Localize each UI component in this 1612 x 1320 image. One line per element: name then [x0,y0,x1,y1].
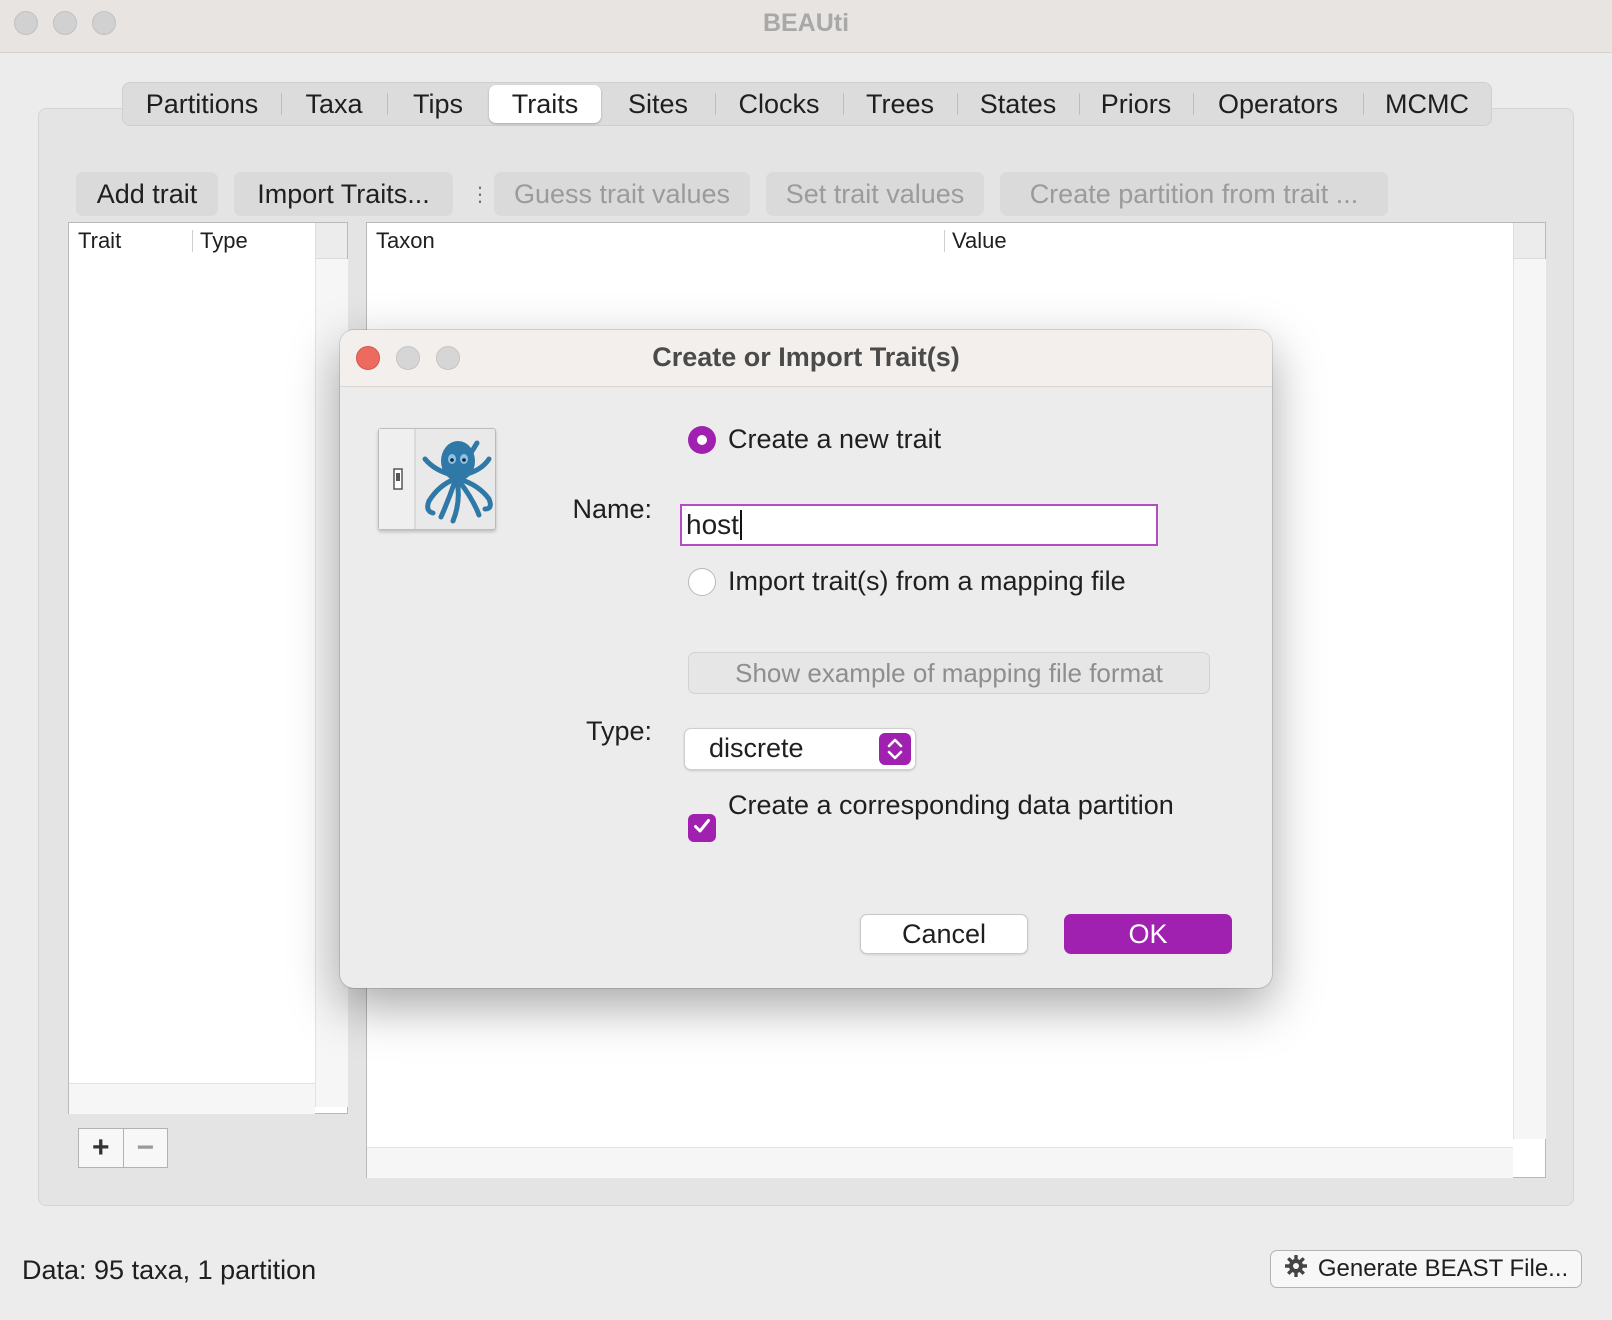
text-caret [739,510,742,540]
trait-name-input[interactable]: host [680,504,1158,546]
dialog-title: Create or Import Trait(s) [652,342,960,372]
tab-bar: Partitions Taxa Tips Traits Sites Clocks… [122,82,1492,126]
tab-sites[interactable]: Sites [601,83,715,125]
values-table-hscroll[interactable] [367,1147,1513,1178]
beauti-app-icon [378,428,496,530]
add-button[interactable]: + [79,1129,123,1167]
add-trait-button[interactable]: Add trait [76,172,218,216]
checkmark-icon [692,816,712,841]
toolbar-separator: ⋮ [470,184,490,206]
set-trait-values-button[interactable]: Set trait values [766,172,984,216]
tab-operators[interactable]: Operators [1193,83,1363,125]
create-partition-label[interactable]: Create a corresponding data partition [728,790,1174,821]
column-header-trait[interactable]: Trait [78,228,121,254]
dialog-titlebar: Create or Import Trait(s) [340,330,1272,387]
status-text: Data: 95 taxa, 1 partition [22,1255,317,1285]
values-table-corner [1513,223,1545,259]
show-mapping-example-button[interactable]: Show example of mapping file format [688,652,1210,694]
values-table-vscroll[interactable] [1513,259,1546,1139]
guess-trait-values-button[interactable]: Guess trait values [494,172,750,216]
ok-button[interactable]: OK [1064,914,1232,954]
column-header-value[interactable]: Value [952,228,1007,254]
traits-table-corner [315,223,347,259]
create-partition-checkbox[interactable] [688,814,716,842]
tab-traits[interactable]: Traits [489,85,601,123]
traits-table-hscroll[interactable] [69,1083,315,1114]
tab-clocks[interactable]: Clocks [715,83,843,125]
traits-table[interactable] [68,222,348,1114]
create-partition-from-trait-button[interactable]: Create partition from trait ... [1000,172,1388,216]
generate-beast-file-label: Generate BEAST File... [1317,1255,1569,1282]
tab-states[interactable]: States [957,83,1079,125]
create-new-trait-radio[interactable] [688,426,716,454]
create-import-trait-dialog: Create or Import Trait(s) Create a new t… [340,330,1272,988]
window-titlebar: BEAUti [0,0,1612,53]
generate-beast-file-button[interactable]: Generate BEAST File... [1270,1250,1582,1288]
column-header-type[interactable]: Type [200,228,248,254]
create-new-trait-label[interactable]: Create a new trait [728,424,941,455]
name-label: Name: [572,494,652,524]
import-mapping-file-label[interactable]: Import trait(s) from a mapping file [728,566,1126,597]
tab-trees[interactable]: Trees [843,83,957,125]
cancel-button[interactable]: Cancel [860,914,1028,954]
import-traits-button[interactable]: Import Traits... [234,172,453,216]
import-mapping-file-radio[interactable] [688,568,716,596]
remove-button[interactable]: − [122,1129,168,1167]
add-remove-buttons: + − [78,1128,168,1168]
chevron-updown-icon [879,733,911,765]
column-divider [192,230,193,252]
trait-name-value: host [686,509,739,540]
column-divider [944,230,945,252]
column-header-taxon[interactable]: Taxon [376,228,435,254]
trait-type-select[interactable]: discrete [684,728,916,770]
type-label: Type: [585,716,652,746]
window-title: BEAUti [762,9,850,37]
gear-icon [1284,1254,1308,1285]
tab-partitions[interactable]: Partitions [123,83,281,125]
tab-mcmc[interactable]: MCMC [1363,83,1491,125]
trait-type-value: discrete [709,733,804,763]
tab-taxa[interactable]: Taxa [281,83,387,125]
tab-priors[interactable]: Priors [1079,83,1193,125]
tab-tips[interactable]: Tips [387,83,489,125]
